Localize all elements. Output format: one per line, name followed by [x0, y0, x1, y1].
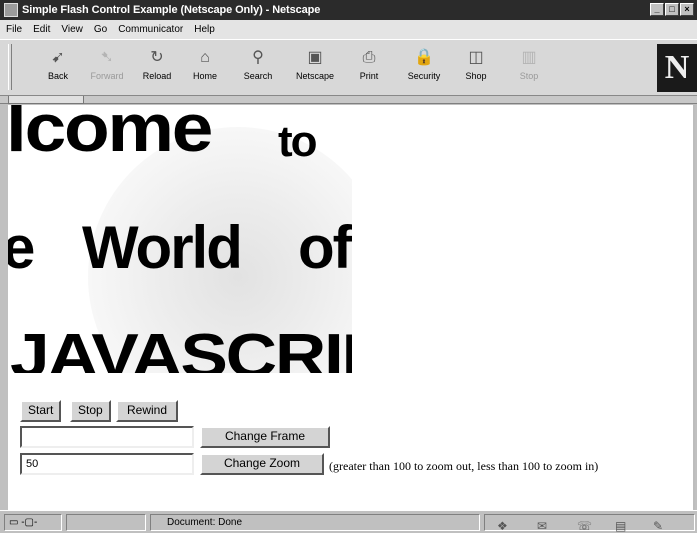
- search-button[interactable]: ⚲ Search: [233, 48, 283, 94]
- browser-window: Simple Flash Control Example (Netscape O…: [0, 0, 697, 533]
- mail-icon[interactable]: ✉: [537, 519, 547, 533]
- search-icon: ⚲: [252, 49, 264, 66]
- page-content: lcome to e World of JAVASCRIF Start Stop…: [8, 105, 695, 510]
- netscape-logo[interactable]: N: [657, 44, 697, 92]
- menu-view[interactable]: View: [61, 24, 83, 35]
- navigator-icon[interactable]: ❖: [497, 519, 508, 533]
- security-status-section[interactable]: ▭ -▢-: [4, 514, 62, 531]
- zoom-input[interactable]: 50: [20, 453, 194, 475]
- content-right-edge: [693, 105, 695, 510]
- toolbar-grip[interactable]: [8, 44, 12, 90]
- status-bar: ▭ -▢- Document: Done ❖ ✉ ☏ ▤ ✎: [0, 510, 697, 533]
- start-button[interactable]: Start: [20, 400, 62, 422]
- stop-icon: ▥: [521, 49, 537, 66]
- flash-text-javascript: JAVASCRIF: [10, 322, 352, 373]
- flash-movie[interactable]: lcome to e World of JAVASCRIF: [8, 105, 352, 373]
- composer-icon[interactable]: ✎: [653, 519, 663, 533]
- window-controls: _ □ ×: [650, 3, 694, 16]
- progress-icon: ▭ -▢-: [9, 517, 38, 528]
- menu-file[interactable]: File: [6, 24, 22, 35]
- menu-go[interactable]: Go: [94, 24, 107, 35]
- status-message-section: Document: Done: [150, 514, 480, 531]
- forward-arrow-icon: ➷: [100, 49, 114, 66]
- netscape-app-icon[interactable]: [4, 3, 18, 17]
- rewind-button[interactable]: Rewind: [116, 400, 179, 422]
- stop-label: Stop: [519, 71, 539, 81]
- reload-icon: ↻: [150, 49, 164, 66]
- stop-movie-button[interactable]: Stop: [70, 400, 111, 422]
- flash-text-world: World: [82, 214, 243, 281]
- print-icon: ⎙: [362, 49, 376, 66]
- flash-text-of: of: [298, 214, 352, 281]
- back-button[interactable]: ➹ Back: [33, 48, 83, 94]
- forward-label: Forward: [90, 71, 124, 81]
- back-arrow-icon: ➹: [51, 49, 65, 66]
- progress-section: [66, 514, 146, 531]
- shop-button[interactable]: ◫ Shop: [451, 48, 501, 94]
- search-label: Search: [243, 71, 273, 81]
- zoom-hint: (greater than 100 to zoom out, less than…: [329, 459, 599, 473]
- netscape-label: Netscape: [295, 71, 335, 81]
- menu-communicator[interactable]: Communicator: [118, 24, 183, 35]
- home-label: Home: [192, 71, 217, 81]
- menu-help[interactable]: Help: [194, 24, 215, 35]
- minimize-button[interactable]: _: [650, 3, 664, 16]
- lock-icon: 🔒: [414, 49, 434, 66]
- flash-text-welcome: lcome: [8, 105, 213, 166]
- close-button[interactable]: ×: [680, 3, 694, 16]
- status-text: Document: Done: [167, 517, 243, 528]
- reload-label: Reload: [142, 71, 172, 81]
- navigation-toolbar: ➹ Back ➷ Forward ↻ Reload ⌂ Home ⚲ Searc…: [0, 39, 697, 96]
- back-label: Back: [47, 71, 68, 81]
- newsgroups-icon[interactable]: ☏: [577, 519, 592, 533]
- shopping-bag-icon: ◫: [468, 49, 484, 66]
- change-frame-button[interactable]: Change Frame: [200, 426, 330, 448]
- menu-bar: File Edit View Go Communicator Help: [0, 20, 697, 39]
- security-label: Security: [407, 71, 441, 81]
- collapsed-toolbar-tab[interactable]: [8, 96, 84, 104]
- location-toolbar-collapsed: [0, 96, 697, 104]
- print-button[interactable]: ⎙ Print: [344, 48, 394, 94]
- home-button[interactable]: ⌂ Home: [180, 48, 230, 94]
- netscape-icon: ▣: [307, 49, 323, 66]
- address-book-icon[interactable]: ▤: [615, 519, 626, 533]
- home-icon: ⌂: [200, 49, 210, 66]
- flash-text-the: e: [8, 214, 35, 281]
- change-zoom-button[interactable]: Change Zoom: [200, 453, 324, 475]
- stop-button[interactable]: ▥ Stop: [504, 48, 554, 94]
- window-title: Simple Flash Control Example (Netscape O…: [22, 4, 321, 16]
- shop-label: Shop: [465, 71, 487, 81]
- title-bar: Simple Flash Control Example (Netscape O…: [0, 0, 697, 20]
- netscape-button[interactable]: ▣ Netscape: [290, 48, 340, 94]
- forward-button[interactable]: ➷ Forward: [82, 48, 132, 94]
- security-button[interactable]: 🔒 Security: [399, 48, 449, 94]
- menu-edit[interactable]: Edit: [33, 24, 50, 35]
- print-label: Print: [359, 71, 379, 81]
- frame-input[interactable]: [20, 426, 194, 448]
- flash-text-to: to: [278, 117, 318, 166]
- maximize-button[interactable]: □: [665, 3, 679, 16]
- reload-button[interactable]: ↻ Reload: [132, 48, 182, 94]
- component-bar: ❖ ✉ ☏ ▤ ✎: [484, 514, 695, 533]
